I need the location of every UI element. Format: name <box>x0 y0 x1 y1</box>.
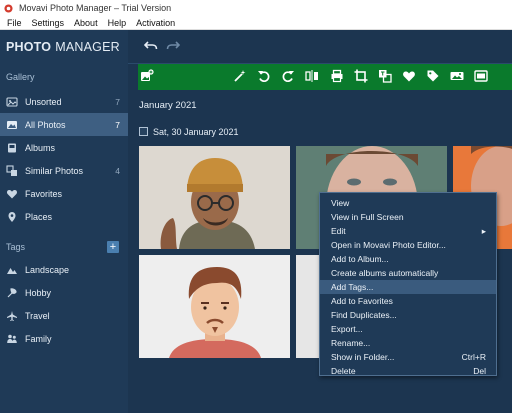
select-day-checkbox[interactable] <box>139 127 148 136</box>
favorite-heart-icon[interactable] <box>402 69 416 83</box>
sidebar-tag-landscape[interactable]: Landscape <box>0 258 128 281</box>
more-icon[interactable] <box>474 69 488 83</box>
menu-item-create-albums[interactable]: Create albums automatically <box>320 266 496 280</box>
add-photos-icon[interactable] <box>140 69 154 83</box>
menu-file[interactable]: File <box>2 18 27 28</box>
tags-header: Tags + <box>0 236 128 258</box>
top-bar <box>128 30 512 64</box>
tag-icon[interactable] <box>426 69 440 83</box>
menu-item-find-duplicates[interactable]: Find Duplicates... <box>320 308 496 322</box>
sidebar-item-albums[interactable]: Albums <box>0 136 128 159</box>
tags-section-label: Tags <box>6 242 26 252</box>
shortcut-label: Ctrl+R <box>461 352 486 362</box>
sidebar-tag-family[interactable]: Family <box>0 327 128 350</box>
menu-item-export[interactable]: Export... <box>320 322 496 336</box>
menu-bar: File Settings About Help Activation <box>0 16 512 30</box>
hobby-icon <box>5 286 19 300</box>
similar-icon <box>5 164 19 178</box>
sidebar-item-favorites[interactable]: Favorites <box>0 182 128 205</box>
submenu-arrow-icon: ▸ <box>481 226 486 236</box>
day-heading: Sat, 30 January 2021 <box>153 127 239 137</box>
landscape-icon <box>5 263 19 277</box>
menu-item-add-tags[interactable]: Add Tags... <box>320 280 496 294</box>
slideshow-icon[interactable] <box>450 69 464 83</box>
unsorted-icon <box>5 95 19 109</box>
count-badge: 7 <box>115 96 120 107</box>
family-icon <box>5 332 19 346</box>
albums-icon <box>5 141 19 155</box>
print-icon[interactable] <box>330 69 344 83</box>
sidebar-item-all-photos[interactable]: All Photos 7 <box>0 113 128 136</box>
menu-activation[interactable]: Activation <box>131 18 180 28</box>
shortcut-label: Del <box>473 366 486 376</box>
crop-icon[interactable] <box>354 69 368 83</box>
translate-icon[interactable] <box>378 69 392 83</box>
window-title: Movavi Photo Manager – Trial Version <box>19 3 172 13</box>
heart-icon <box>5 187 19 201</box>
menu-settings[interactable]: Settings <box>27 18 70 28</box>
sidebar: PHOTO MANAGER Gallery Unsorted 7 All Pho… <box>0 30 128 413</box>
sidebar-item-unsorted[interactable]: Unsorted 7 <box>0 90 128 113</box>
sidebar-tag-hobby[interactable]: Hobby <box>0 281 128 304</box>
menu-item-add-to-favorites[interactable]: Add to Favorites <box>320 294 496 308</box>
redo-icon[interactable] <box>166 40 180 52</box>
menu-help[interactable]: Help <box>103 18 132 28</box>
sidebar-item-places[interactable]: Places <box>0 205 128 228</box>
toolbar-strip <box>138 64 512 90</box>
location-pin-icon <box>5 210 19 224</box>
menu-item-show-in-folder[interactable]: Show in Folder... Ctrl+R <box>320 350 496 364</box>
flip-icon[interactable] <box>305 69 319 83</box>
count-badge: 4 <box>115 165 120 176</box>
brand-logo: PHOTO MANAGER <box>6 40 120 54</box>
photo-thumbnail[interactable] <box>296 255 320 358</box>
title-bar: Movavi Photo Manager – Trial Version <box>0 0 512 16</box>
gallery-section-label: Gallery <box>6 72 35 82</box>
menu-item-view-full-screen[interactable]: View in Full Screen <box>320 210 496 224</box>
menu-about[interactable]: About <box>69 18 103 28</box>
sidebar-item-similar-photos[interactable]: Similar Photos 4 <box>0 159 128 182</box>
app-logo-icon <box>4 3 13 13</box>
undo-icon[interactable] <box>144 40 158 52</box>
rotate-right-icon[interactable] <box>281 69 295 83</box>
menu-item-open-in-editor[interactable]: Open in Movavi Photo Editor... <box>320 238 496 252</box>
photo-thumbnail[interactable] <box>139 255 290 358</box>
photos-icon <box>5 118 19 132</box>
rotate-left-icon[interactable] <box>257 69 271 83</box>
context-menu: View View in Full Screen Edit ▸ Open in M… <box>319 192 497 376</box>
menu-item-edit[interactable]: Edit ▸ <box>320 224 496 238</box>
menu-item-delete[interactable]: Delete Del <box>320 364 496 378</box>
airplane-icon <box>5 309 19 323</box>
magic-wand-icon[interactable] <box>233 69 247 83</box>
menu-item-rename[interactable]: Rename... <box>320 336 496 350</box>
toolbar <box>128 64 512 90</box>
menu-item-add-to-album[interactable]: Add to Album... <box>320 252 496 266</box>
photo-thumbnail[interactable] <box>139 146 290 249</box>
add-tag-button[interactable]: + <box>107 241 119 253</box>
count-badge: 7 <box>115 119 120 130</box>
menu-item-view[interactable]: View <box>320 196 496 210</box>
month-heading: January 2021 <box>139 100 197 111</box>
sidebar-tag-travel[interactable]: Travel <box>0 304 128 327</box>
